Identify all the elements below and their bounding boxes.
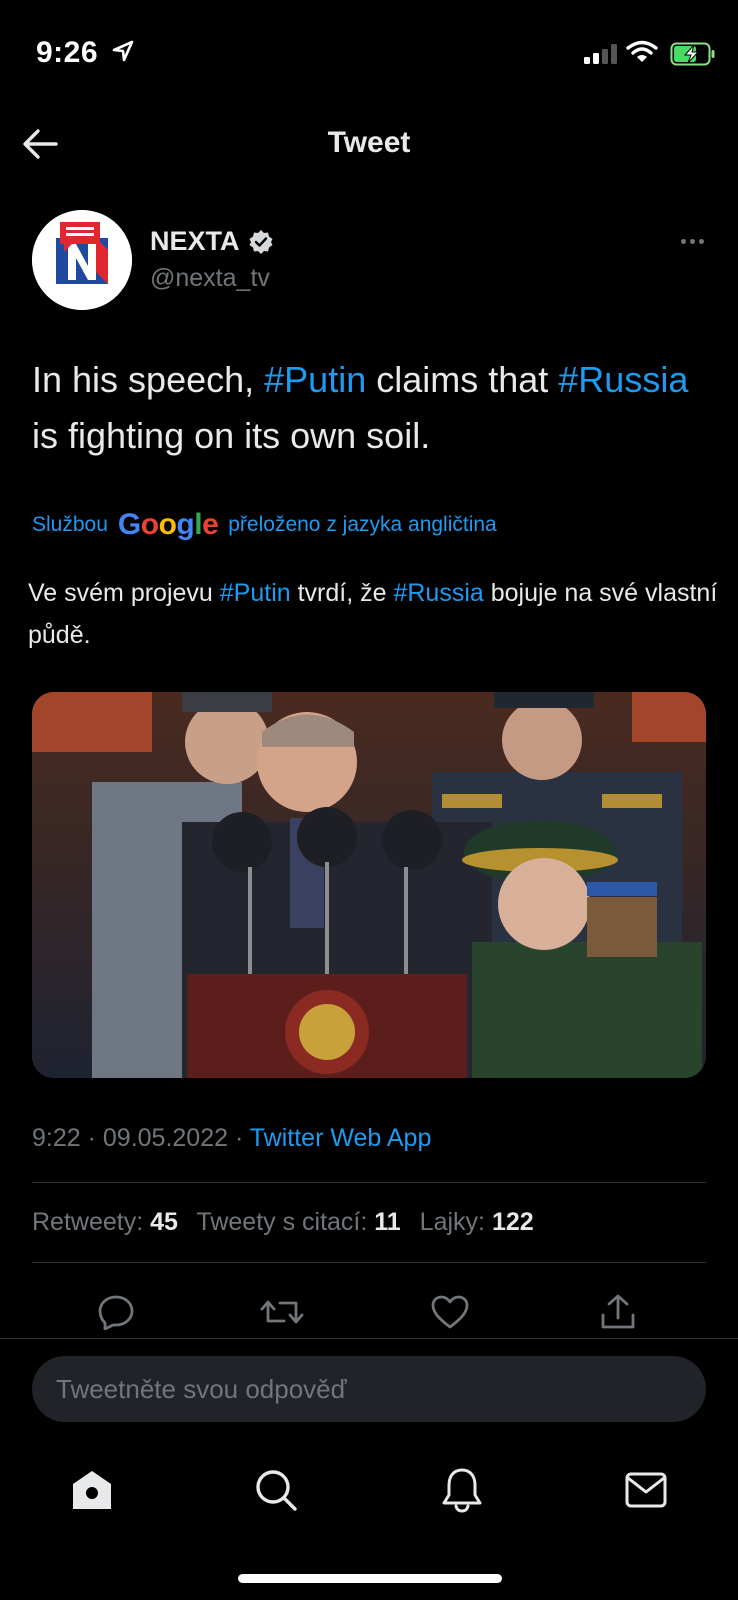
like-icon bbox=[431, 1295, 469, 1329]
reply-icon bbox=[98, 1295, 134, 1330]
home-icon bbox=[73, 1471, 111, 1509]
messages-icon bbox=[625, 1472, 667, 1508]
reply-button[interactable] bbox=[92, 1288, 140, 1336]
divider bbox=[32, 1182, 706, 1183]
verified-badge-icon bbox=[249, 229, 273, 254]
reply-composer[interactable] bbox=[32, 1356, 706, 1422]
tweet-source-link[interactable]: Twitter Web App bbox=[250, 1124, 432, 1152]
text-segment: is fighting on its own soil. bbox=[32, 415, 431, 456]
author-avatar[interactable] bbox=[32, 210, 132, 310]
like-button[interactable] bbox=[426, 1288, 474, 1336]
translated-prefix: Službou bbox=[32, 513, 108, 536]
quotes-stat[interactable]: Tweety s citací: 11 bbox=[196, 1208, 400, 1236]
tab-messages[interactable] bbox=[616, 1460, 676, 1520]
tweet-text: In his speech, #Putin claims that #Russi… bbox=[32, 352, 712, 464]
text-segment: In his speech, bbox=[32, 359, 265, 400]
tweet-photo[interactable] bbox=[32, 692, 706, 1078]
share-icon bbox=[601, 1294, 635, 1329]
tweet-date: 09.05.2022 bbox=[102, 1124, 229, 1152]
tweet-timestamp: 9:22 · 09.05.2022 · Twitter Web App bbox=[32, 1124, 432, 1152]
translation-attribution[interactable]: Službou Google přeloženo z jazyka anglič… bbox=[32, 508, 497, 542]
hashtag-link[interactable]: #Putin bbox=[220, 579, 291, 607]
retweets-count: 45 bbox=[150, 1208, 178, 1236]
retweets-stat[interactable]: Retweety: 45 bbox=[32, 1208, 178, 1236]
author-name[interactable]: NEXTA bbox=[150, 226, 274, 257]
tweet-time: 9:22 bbox=[32, 1124, 81, 1152]
divider bbox=[32, 1262, 706, 1263]
likes-count: 122 bbox=[491, 1208, 534, 1236]
hashtag-link[interactable]: #Putin bbox=[264, 359, 366, 400]
status-bar: 9:26 bbox=[0, 0, 738, 100]
tweet-stats: Retweety: 45 Tweety s citací: 11 Lajky: … bbox=[32, 1208, 546, 1237]
tweet-actions bbox=[0, 1280, 738, 1340]
translated-suffix: přeloženo z jazyka angličtina bbox=[228, 513, 497, 536]
more-options-button[interactable] bbox=[672, 226, 712, 256]
top-navigation: Tweet bbox=[0, 108, 738, 178]
notifications-icon bbox=[442, 1468, 482, 1513]
search-icon bbox=[256, 1470, 297, 1511]
wifi-icon bbox=[626, 40, 658, 62]
battery-charging-icon bbox=[670, 42, 715, 66]
divider bbox=[0, 1338, 738, 1339]
status-time: 9:26 bbox=[36, 36, 99, 69]
retweet-button[interactable] bbox=[258, 1288, 306, 1336]
cellular-signal-icon bbox=[584, 44, 617, 64]
photo-illustration bbox=[32, 692, 706, 1078]
page-title: Tweet bbox=[327, 126, 411, 159]
share-button[interactable] bbox=[594, 1288, 642, 1336]
text-segment: claims that bbox=[366, 359, 559, 400]
quotes-count: 11 bbox=[374, 1208, 401, 1236]
tab-home[interactable] bbox=[62, 1460, 122, 1520]
tab-notifications[interactable] bbox=[432, 1460, 492, 1520]
author-handle[interactable]: @nexta_tv bbox=[150, 264, 270, 293]
bottom-tab-bar bbox=[0, 1450, 738, 1530]
google-logo: Google bbox=[117, 508, 219, 541]
likes-stat[interactable]: Lajky: 122 bbox=[420, 1208, 534, 1236]
retweet-icon bbox=[260, 1300, 304, 1324]
more-icon bbox=[680, 238, 686, 244]
location-arrow-icon bbox=[112, 40, 134, 62]
hashtag-link[interactable]: #Russia bbox=[393, 579, 483, 607]
nexta-logo-icon bbox=[32, 210, 132, 310]
text-segment: Ve svém projevu bbox=[28, 579, 220, 607]
home-indicator[interactable] bbox=[238, 1574, 502, 1583]
tab-search[interactable] bbox=[246, 1460, 306, 1520]
text-segment: tvrdí, že bbox=[290, 579, 394, 607]
reply-input[interactable] bbox=[56, 1356, 676, 1422]
author-name-text: NEXTA bbox=[150, 226, 240, 256]
hashtag-link[interactable]: #Russia bbox=[558, 359, 688, 400]
translated-text: Ve svém projevu #Putin tvrdí, že #Russia… bbox=[28, 572, 718, 656]
